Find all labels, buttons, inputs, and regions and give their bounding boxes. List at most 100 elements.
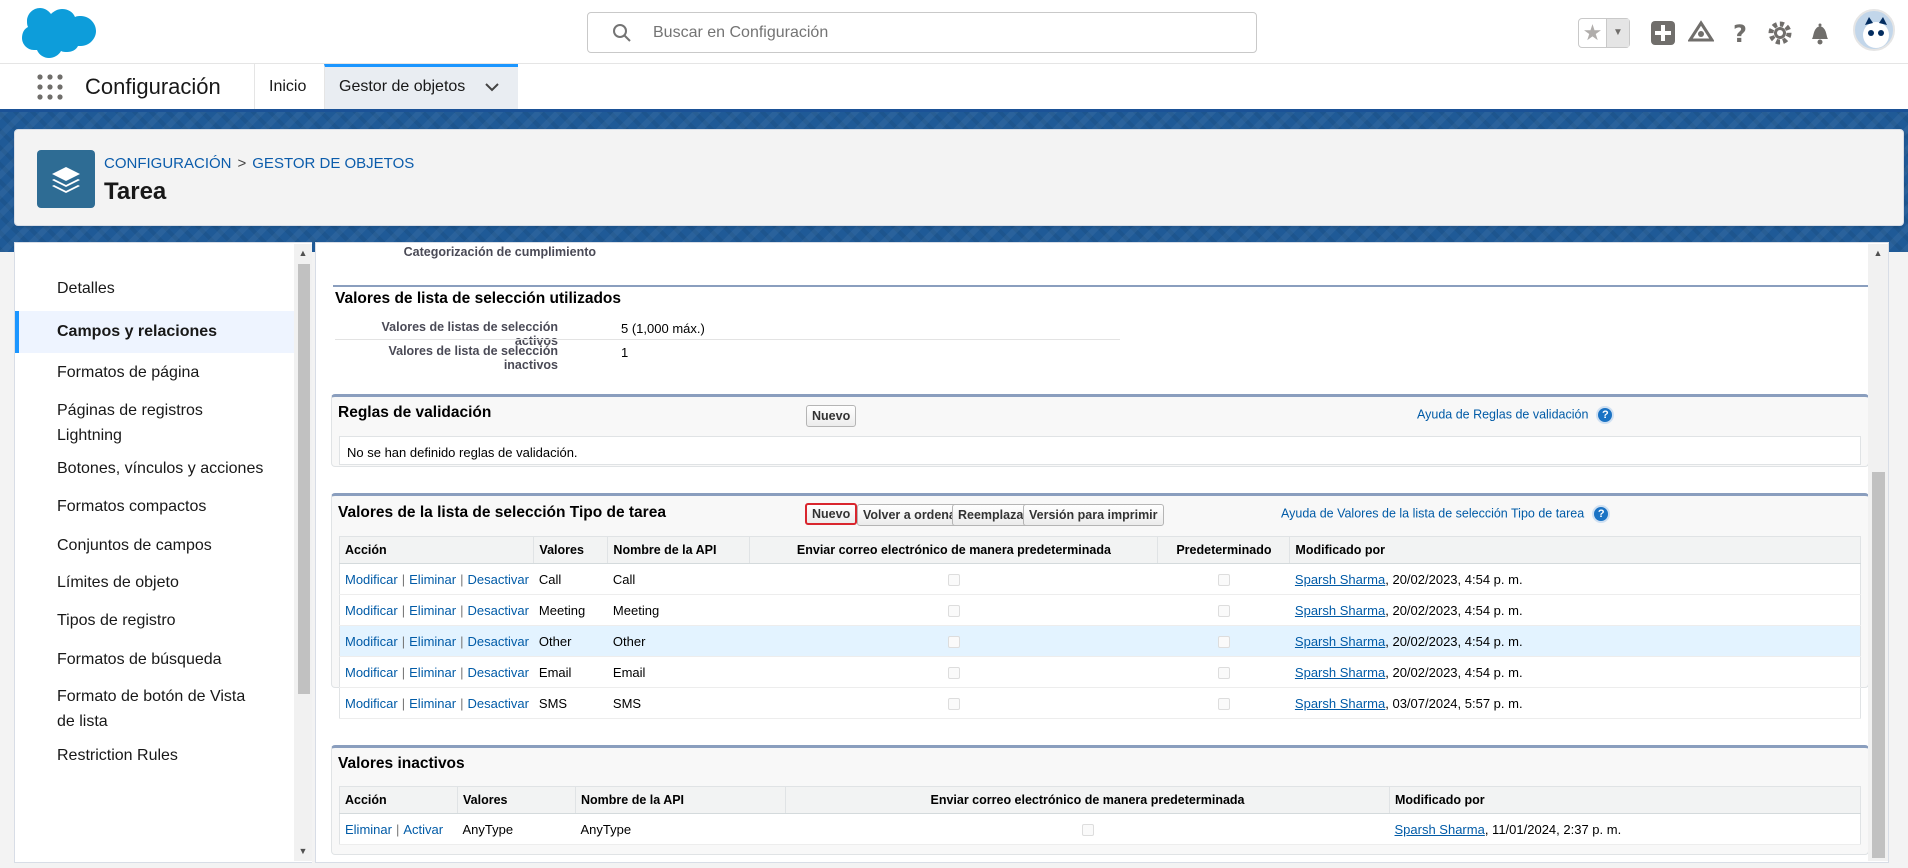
sidebar-item-formatos-de-pagina[interactable]: Formatos de página xyxy=(15,360,295,385)
chevron-down-icon[interactable]: ▼ xyxy=(1607,19,1629,47)
user-link[interactable]: Sparsh Sharma xyxy=(1395,822,1485,837)
sidebar-scrollbar[interactable]: ▲ ▼ xyxy=(294,244,312,861)
delete-link[interactable]: Eliminar xyxy=(409,665,456,680)
edit-link[interactable]: Modificar xyxy=(345,665,398,680)
gear-icon[interactable] xyxy=(1767,20,1793,46)
replace-button[interactable]: Reemplazar xyxy=(952,504,1035,526)
field-label: Categorización de cumplimiento xyxy=(403,245,596,259)
delete-link[interactable]: Eliminar xyxy=(409,603,456,618)
sidebar-item-formatos-de-busqueda[interactable]: Formatos de búsqueda xyxy=(15,647,295,672)
col-nombre-api: Nombre de la API xyxy=(607,536,751,564)
delete-link[interactable]: Eliminar xyxy=(409,634,456,649)
deactivate-link[interactable]: Desactivar xyxy=(468,572,529,587)
star-icon[interactable]: ★ xyxy=(1579,19,1607,47)
astro-avatar-icon xyxy=(1863,17,1889,48)
activate-link[interactable]: Activar xyxy=(403,822,443,837)
value-cell: SMS xyxy=(533,687,608,719)
validation-help-label: Ayuda de Reglas de validación xyxy=(1417,407,1589,422)
tab-gestor-de-objetos[interactable]: Gestor de objetos xyxy=(324,64,518,109)
checkbox xyxy=(947,605,960,618)
sidebar-item-limites-de-objeto[interactable]: Límites de objeto xyxy=(15,570,295,595)
favorites-control[interactable]: ★ ▼ xyxy=(1578,18,1630,48)
search-input[interactable]: Buscar en Configuración xyxy=(587,12,1257,53)
scroll-up-icon[interactable]: ▲ xyxy=(1869,246,1887,260)
delete-link[interactable]: Eliminar xyxy=(409,572,456,587)
help-icon[interactable]: ? xyxy=(1727,20,1753,46)
col-valores: Valores xyxy=(533,536,609,564)
value-cell: Call xyxy=(533,563,608,595)
scroll-up-icon[interactable]: ▲ xyxy=(294,246,312,260)
tab-label: Gestor de objetos xyxy=(339,78,466,95)
separator: | xyxy=(401,633,406,649)
breadcrumb-gestor-de-objetos[interactable]: GESTOR DE OBJETOS xyxy=(252,155,414,172)
add-icon[interactable] xyxy=(1650,20,1676,46)
deactivate-link[interactable]: Desactivar xyxy=(468,603,529,618)
help-icon[interactable]: ? xyxy=(1596,406,1615,424)
new-validation-rule-button[interactable]: Nuevo xyxy=(806,405,857,427)
table-row: Eliminar | Activar AnyType AnyType Sparsh … xyxy=(339,813,1861,845)
deactivate-link[interactable]: Desactivar xyxy=(468,634,529,649)
email-default-cell xyxy=(749,656,1158,688)
help-icon[interactable]: ? xyxy=(1592,505,1611,523)
deactivate-link[interactable]: Desactivar xyxy=(468,665,529,680)
scroll-down-icon[interactable]: ▼ xyxy=(294,844,312,858)
col-enviar-correo: Enviar correo electrónico de manera pred… xyxy=(785,786,1390,814)
edit-link[interactable]: Modificar xyxy=(345,634,398,649)
sidebar-item-botones-vinculos-acciones[interactable]: Botones, vínculos y acciones xyxy=(15,456,295,481)
delete-link[interactable]: Eliminar xyxy=(409,696,456,711)
search-icon xyxy=(613,24,631,42)
breadcrumb: CONFIGURACIÓN > GESTOR DE OBJETOS xyxy=(104,155,414,172)
sidebar-item-boton-vista-de-lista[interactable]: Formato de botón de Vista de lista xyxy=(15,684,265,734)
edit-link[interactable]: Modificar xyxy=(345,603,398,618)
modified-by-cell: Sparsh Sharma, 20/02/2023, 4:54 p. m. xyxy=(1289,625,1861,657)
col-modificado-por: Modificado por xyxy=(1389,786,1861,814)
reorder-button[interactable]: Volver a ordenar xyxy=(857,504,967,526)
printable-version-button[interactable]: Versión para imprimir xyxy=(1023,504,1164,526)
page-header: CONFIGURACIÓN > GESTOR DE OBJETOS Tarea xyxy=(14,129,1904,226)
user-link[interactable]: Sparsh Sharma xyxy=(1295,603,1385,618)
api-name-cell: AnyType xyxy=(575,813,786,845)
user-link[interactable]: Sparsh Sharma xyxy=(1295,572,1385,587)
user-link[interactable]: Sparsh Sharma xyxy=(1295,634,1385,649)
email-default-cell xyxy=(749,625,1158,657)
picklist-help-link[interactable]: Ayuda de Valores de la lista de selecció… xyxy=(1281,505,1611,523)
salesforce-logo[interactable] xyxy=(20,6,96,58)
sidebar-item-conjuntos-de-campos[interactable]: Conjuntos de campos xyxy=(15,533,295,558)
email-default-cell xyxy=(785,813,1390,845)
table-row: Modificar | Eliminar | Desactivar Call Call … xyxy=(339,563,1861,595)
table-row: Modificar | Eliminar | Desactivar Other Othe… xyxy=(339,625,1861,657)
sidebar-item-campos-y-relaciones[interactable]: Campos y relaciones xyxy=(15,311,295,353)
sidebar-item-detalles[interactable]: Detalles xyxy=(15,276,295,301)
sidebar-item-paginas-lightning[interactable]: Páginas de registros Lightning xyxy=(15,398,265,448)
breadcrumb-configuracion[interactable]: CONFIGURACIÓN xyxy=(104,155,232,172)
deactivate-link[interactable]: Desactivar xyxy=(468,696,529,711)
new-picklist-value-button[interactable]: Nuevo xyxy=(805,503,858,525)
api-name-cell: Other xyxy=(607,625,750,657)
scrollbar-thumb[interactable] xyxy=(298,264,310,694)
modified-date: , 20/02/2023, 4:54 p. m. xyxy=(1385,602,1523,618)
sidebar-item-tipos-de-registro[interactable]: Tipos de registro xyxy=(15,608,295,633)
avatar[interactable] xyxy=(1853,9,1895,51)
edit-link[interactable]: Modificar xyxy=(345,696,398,711)
chevron-down-icon[interactable] xyxy=(485,82,499,92)
separator: | xyxy=(401,571,406,587)
edit-link[interactable]: Modificar xyxy=(345,572,398,587)
app-launcher-icon[interactable] xyxy=(36,73,64,101)
tab-inicio[interactable]: Inicio xyxy=(254,64,320,109)
scrollbar-thumb[interactable] xyxy=(1872,472,1885,858)
user-link[interactable]: Sparsh Sharma xyxy=(1295,696,1385,711)
sidebar-item-restriction-rules[interactable]: Restriction Rules xyxy=(15,743,295,768)
trailhead-icon[interactable] xyxy=(1688,20,1714,46)
user-link[interactable]: Sparsh Sharma xyxy=(1295,665,1385,680)
email-default-cell xyxy=(749,687,1158,719)
sidebar-item-formatos-compactos[interactable]: Formatos compactos xyxy=(15,494,295,519)
bell-icon[interactable] xyxy=(1807,20,1833,46)
main-scrollbar[interactable]: ▲ xyxy=(1868,244,1888,861)
action-cell: Modificar | Eliminar | Desactivar xyxy=(339,656,534,688)
col-accion: Acción xyxy=(339,786,458,814)
picklist-values-section: Valores de la lista de selección Tipo de… xyxy=(331,493,1869,719)
checkbox xyxy=(1217,574,1230,587)
validation-help-link[interactable]: Ayuda de Reglas de validación? xyxy=(1417,406,1615,424)
validation-rules-title: Reglas de validación xyxy=(338,404,492,421)
delete-link[interactable]: Eliminar xyxy=(345,822,392,837)
